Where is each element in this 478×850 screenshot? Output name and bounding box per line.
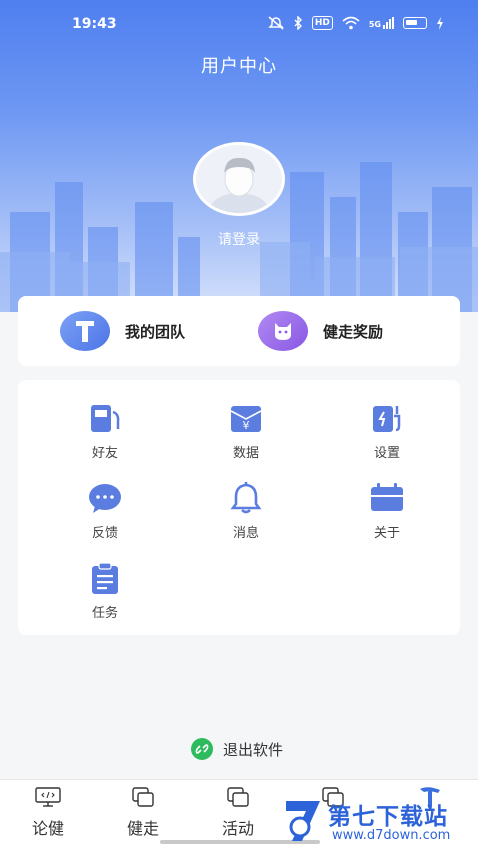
bluetooth-icon (294, 16, 302, 30)
menu-label-messages: 消息 (232, 526, 259, 541)
settings-charger-icon (367, 400, 407, 436)
tab-forum[interactable]: 论健 (13, 784, 83, 842)
default-user-icon (196, 145, 282, 213)
my-team-label: 我的团队 (125, 322, 186, 341)
wifi-icon (342, 16, 360, 30)
svg-text:¥: ¥ (243, 419, 250, 432)
status-time: 19:43 (72, 16, 117, 32)
feedback-chat-icon (85, 480, 125, 516)
login-prompt[interactable]: 请登录 (0, 229, 478, 249)
bell-icon (226, 480, 266, 516)
menu-item-tasks[interactable]: 任务 (60, 560, 150, 624)
clipboard-icon (85, 560, 125, 596)
menu-item-friends[interactable]: 好友 (60, 400, 150, 464)
my-team-button[interactable]: 我的团队 (60, 311, 185, 351)
status-icons: HD 5G (267, 16, 444, 30)
menu-grid-card: 好友 ¥ 数据 设置 反馈 消息 关于 任务 (18, 380, 460, 635)
logout-label: 退出软件 (223, 740, 284, 759)
cards-icon (223, 784, 253, 810)
watermark-title: 第七下载站 (328, 804, 448, 830)
watermark-logo (286, 801, 320, 841)
menu-label-about: 关于 (373, 526, 400, 541)
team-t-icon (60, 311, 110, 351)
battery-icon (403, 17, 427, 29)
menu-label-tasks: 任务 (91, 606, 118, 621)
page-title: 用户中心 (201, 56, 277, 77)
menu-item-settings[interactable]: 设置 (342, 400, 432, 464)
hd-icon: HD (311, 16, 333, 30)
menu-item-feedback[interactable]: 反馈 (60, 480, 150, 544)
site-watermark: 第七下载站 www.d7down.com (278, 793, 474, 849)
friends-icon (85, 400, 125, 436)
calendar-icon (367, 480, 407, 516)
5g-signal-icon: 5G (369, 17, 394, 29)
menu-item-about[interactable]: 关于 (342, 480, 432, 544)
watermark-url: www.d7down.com (332, 828, 451, 843)
tab-activity[interactable]: 活动 (203, 784, 273, 842)
logout-button[interactable]: 退出软件 (191, 737, 283, 761)
cards-icon (128, 784, 158, 810)
quick-actions-card: 我的团队 健走奖励 (18, 296, 460, 366)
mute-icon (268, 16, 284, 30)
menu-item-data[interactable]: ¥ 数据 (201, 400, 291, 464)
walk-reward-button[interactable]: 健走奖励 (258, 311, 383, 351)
avatar[interactable] (193, 142, 285, 216)
data-yen-icon: ¥ (226, 400, 266, 436)
tab-label-activity: 活动 (221, 819, 254, 838)
walk-reward-label: 健走奖励 (323, 322, 384, 341)
menu-label-friends: 好友 (91, 446, 118, 461)
menu-label-settings: 设置 (373, 446, 400, 461)
reward-cat-icon (258, 311, 308, 351)
code-monitor-icon (33, 784, 63, 810)
menu-label-feedback: 反馈 (91, 526, 118, 541)
tab-walk[interactable]: 健走 (108, 784, 178, 842)
menu-label-data: 数据 (232, 446, 259, 461)
tab-label-walk: 健走 (126, 819, 159, 838)
tab-label-forum: 论健 (31, 819, 64, 838)
link-icon (191, 738, 213, 760)
menu-item-messages[interactable]: 消息 (201, 480, 291, 544)
status-bar: 19:43 HD 5G (0, 0, 478, 48)
charging-icon (437, 16, 443, 30)
